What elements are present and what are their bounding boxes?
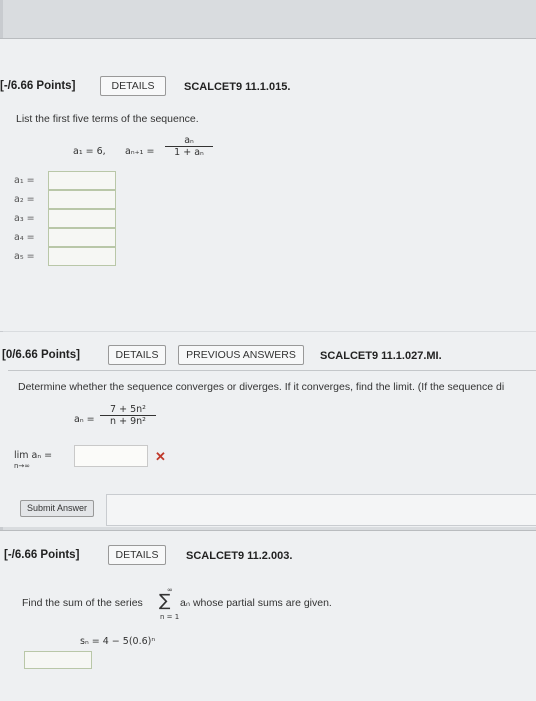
fraction-denominator: 1 + aₙ [174,147,204,158]
answer-input-a5[interactable] [48,247,116,266]
wrong-answer-icon: ✕ [155,449,166,464]
label-a3: a₃ = [14,213,35,224]
details-button[interactable]: DETAILS [100,76,166,96]
limit-answer-input[interactable] [74,445,148,467]
question-prompt: List the first five terms of the sequenc… [16,113,199,125]
label-a1: a₁ = [14,175,35,186]
question-2-panel: [0/6.66 Points] DETAILS PREVIOUS ANSWERS… [0,332,536,527]
label-a2: a₂ = [14,194,35,205]
partial-sum-formula: sₙ = 4 − 5(0.6)ⁿ [80,636,156,647]
fraction-numerator: aₙ [165,135,213,147]
points-label: [0/6.66 Points] [2,349,80,361]
sum-answer-input[interactable] [24,651,92,669]
eq-an1: aₙ₊₁ = [125,146,155,157]
question-code: SCALCET9 11.2.003. [186,550,293,562]
question-code: SCALCET9 11.1.027.MI. [320,350,442,362]
label-a4: a₄ = [14,232,35,243]
eq-a1: a₁ = 6, [73,146,106,157]
sigma-icon: ∑ [159,591,171,611]
answer-input-a2[interactable] [48,190,116,209]
question-prompt-end: aₙ whose partial sums are given. [180,597,332,609]
submit-answer-button[interactable]: Submit Answer [20,500,94,517]
feedback-area [106,494,536,526]
answer-input-a4[interactable] [48,228,116,247]
question-code: SCALCET9 11.1.015. [184,81,291,93]
question-3-panel: [-/6.66 Points] DETAILS SCALCET9 11.2.00… [0,530,536,701]
fraction-numerator: 7 + 5n² [100,404,156,416]
details-button[interactable]: DETAILS [108,345,166,365]
recurrence-fraction: aₙ 1 + aₙ [165,135,213,158]
eq-an: aₙ = [74,414,95,425]
sequence-fraction: 7 + 5n² n + 9n² [100,404,156,427]
label-a5: a₅ = [14,251,35,262]
limit-label: lim aₙ = [14,450,53,461]
answer-input-a3[interactable] [48,209,116,228]
previous-answers-button[interactable]: PREVIOUS ANSWERS [178,345,304,365]
points-label: [-/6.66 Points] [0,80,76,92]
points-label: [-/6.66 Points] [4,549,80,561]
divider [8,370,536,371]
question-prompt: Determine whether the sequence converges… [18,381,505,393]
question-1-panel: [-/6.66 Points] DETAILS SCALCET9 11.1.01… [0,38,536,331]
fraction-denominator: n + 9n² [110,416,146,427]
sigma-lower-limit: n = 1 [160,613,180,621]
question-prompt-start: Find the sum of the series [22,597,143,609]
answer-input-a1[interactable] [48,171,116,190]
limit-subscript: n→∞ [14,462,31,470]
details-button[interactable]: DETAILS [108,545,166,565]
